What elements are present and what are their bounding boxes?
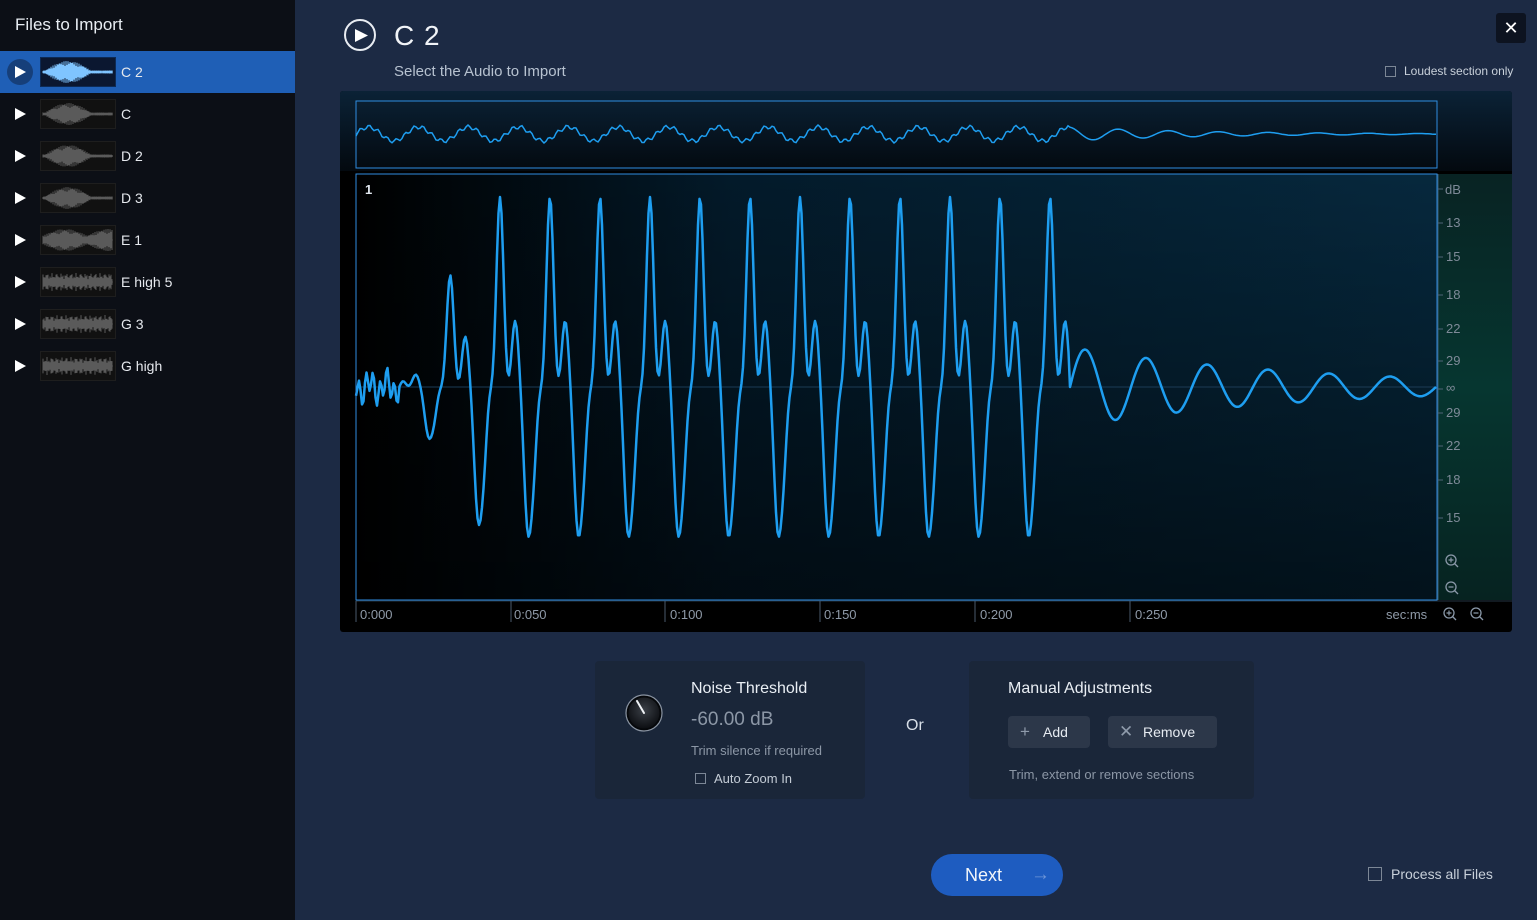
or-label: Or (906, 717, 924, 734)
sidebar-title: Files to Import (15, 15, 123, 34)
remove-button-label: Remove (1143, 724, 1196, 740)
waveform-thumbnail (40, 267, 116, 297)
waveform-thumbnail (40, 309, 116, 339)
section-number: 1 (365, 182, 372, 197)
waveform-thumbnail (40, 99, 116, 129)
db-label: 18 (1446, 287, 1461, 302)
file-item-g-high[interactable]: G high (0, 345, 295, 387)
waveform-thumbnail (40, 351, 116, 381)
db-label: ∞ (1446, 380, 1456, 395)
file-item-d2[interactable]: D 2 (0, 135, 295, 177)
file-item-c2[interactable]: C 2 (0, 51, 295, 93)
file-item-label: G high (121, 358, 163, 374)
process-all-toggle[interactable]: Process all Files (1368, 866, 1493, 882)
time-zoom-in-icon[interactable] (1442, 606, 1458, 622)
noise-threshold-hint: Trim silence if required (691, 743, 823, 758)
noise-threshold-panel: Noise Threshold -60.00 dB Trim silence i… (595, 661, 865, 799)
process-all-checkbox[interactable] (1368, 867, 1382, 881)
manual-adjustments-hint: Trim, extend or remove sections (1009, 767, 1195, 782)
time-label: 0:200 (980, 607, 1013, 622)
loudest-label: Loudest section only (1404, 64, 1514, 78)
file-item-label: C (121, 106, 132, 122)
auto-zoom-label: Auto Zoom In (714, 771, 793, 786)
db-label: 29 (1446, 353, 1461, 368)
noise-threshold-value: -60.00 dB (691, 709, 774, 730)
x-icon: ✕ (1119, 722, 1134, 741)
manual-adjustments-panel: Manual Adjustments + Add ✕ Remove Trim, … (969, 661, 1254, 799)
file-list: C 2 C D 2 D 3 E 1 E high 5 G 3 G high (0, 51, 295, 387)
waveform-thumbnail (40, 57, 116, 87)
zoom-in-icon[interactable] (1444, 553, 1460, 569)
waveform-thumbnail (40, 141, 116, 171)
db-label: 15 (1446, 510, 1461, 525)
play-icon[interactable] (7, 143, 33, 169)
zoom-out-icon[interactable] (1444, 580, 1460, 596)
play-icon[interactable] (7, 101, 33, 127)
close-icon: ✕ (1503, 17, 1519, 38)
file-item-label: D 2 (121, 148, 143, 164)
file-item-label: E high 5 (121, 274, 173, 290)
time-label: 0:000 (360, 607, 393, 622)
process-all-label: Process all Files (1391, 866, 1493, 882)
db-label: dB (1445, 182, 1461, 197)
waveform-thumbnail (40, 183, 116, 213)
db-label: 22 (1446, 321, 1461, 336)
file-item-e1[interactable]: E 1 (0, 219, 295, 261)
loudest-checkbox[interactable] (1385, 65, 1396, 77)
waveform-thumbnail (40, 225, 116, 255)
file-item-label: E 1 (121, 232, 143, 248)
time-label: 0:250 (1135, 607, 1168, 622)
auto-zoom-toggle[interactable]: Auto Zoom In (695, 771, 792, 786)
file-item-d3[interactable]: D 3 (0, 177, 295, 219)
time-unit-label: sec:ms (1386, 607, 1428, 622)
play-icon[interactable] (7, 185, 33, 211)
next-button[interactable]: Next → (931, 854, 1063, 896)
file-item-g3[interactable]: G 3 (0, 303, 295, 345)
play-icon[interactable] (7, 311, 33, 337)
file-item-label: G 3 (121, 316, 144, 332)
time-zoom-out-icon[interactable] (1469, 606, 1485, 622)
page-title: C 2 (394, 20, 441, 51)
remove-button[interactable]: ✕ Remove (1108, 716, 1217, 748)
play-icon[interactable] (7, 269, 33, 295)
main-play-button[interactable] (344, 19, 376, 51)
manual-adjustments-title: Manual Adjustments (1008, 680, 1153, 697)
file-item-c[interactable]: C (0, 93, 295, 135)
play-icon[interactable] (7, 227, 33, 253)
file-item-label: D 3 (121, 190, 143, 206)
db-label: 22 (1446, 438, 1461, 453)
files-sidebar: Files to Import C 2 C D 2 D 3 E 1 E high… (0, 0, 295, 920)
db-label: 29 (1446, 405, 1461, 420)
arrow-right-icon: → (1031, 864, 1050, 885)
loudest-section-toggle[interactable]: Loudest section only (1385, 64, 1513, 78)
db-label: 18 (1446, 472, 1461, 487)
add-button[interactable]: + Add (1008, 716, 1090, 748)
waveform-panel[interactable]: 1 dB 13 15 18 22 29 ∞ 29 22 18 15 0:000 … (340, 91, 1512, 632)
play-icon (354, 28, 368, 42)
auto-zoom-checkbox[interactable] (695, 773, 706, 784)
add-button-label: Add (1043, 724, 1068, 740)
noise-threshold-knob[interactable] (624, 693, 664, 733)
time-label: 0:150 (824, 607, 857, 622)
time-label: 0:100 (670, 607, 703, 622)
play-icon[interactable] (7, 353, 33, 379)
play-icon[interactable] (7, 59, 33, 85)
db-label: 15 (1446, 249, 1461, 264)
file-item-e-high-5[interactable]: E high 5 (0, 261, 295, 303)
close-button[interactable]: ✕ (1496, 13, 1526, 43)
file-item-label: C 2 (121, 64, 143, 80)
db-label: 13 (1446, 215, 1461, 230)
page-subtitle: Select the Audio to Import (394, 63, 566, 80)
plus-icon: + (1020, 722, 1030, 741)
time-label: 0:050 (514, 607, 547, 622)
noise-threshold-title: Noise Threshold (691, 680, 808, 697)
waveform-canvas[interactable]: 1 (340, 91, 1512, 632)
next-button-label: Next (965, 865, 1003, 885)
